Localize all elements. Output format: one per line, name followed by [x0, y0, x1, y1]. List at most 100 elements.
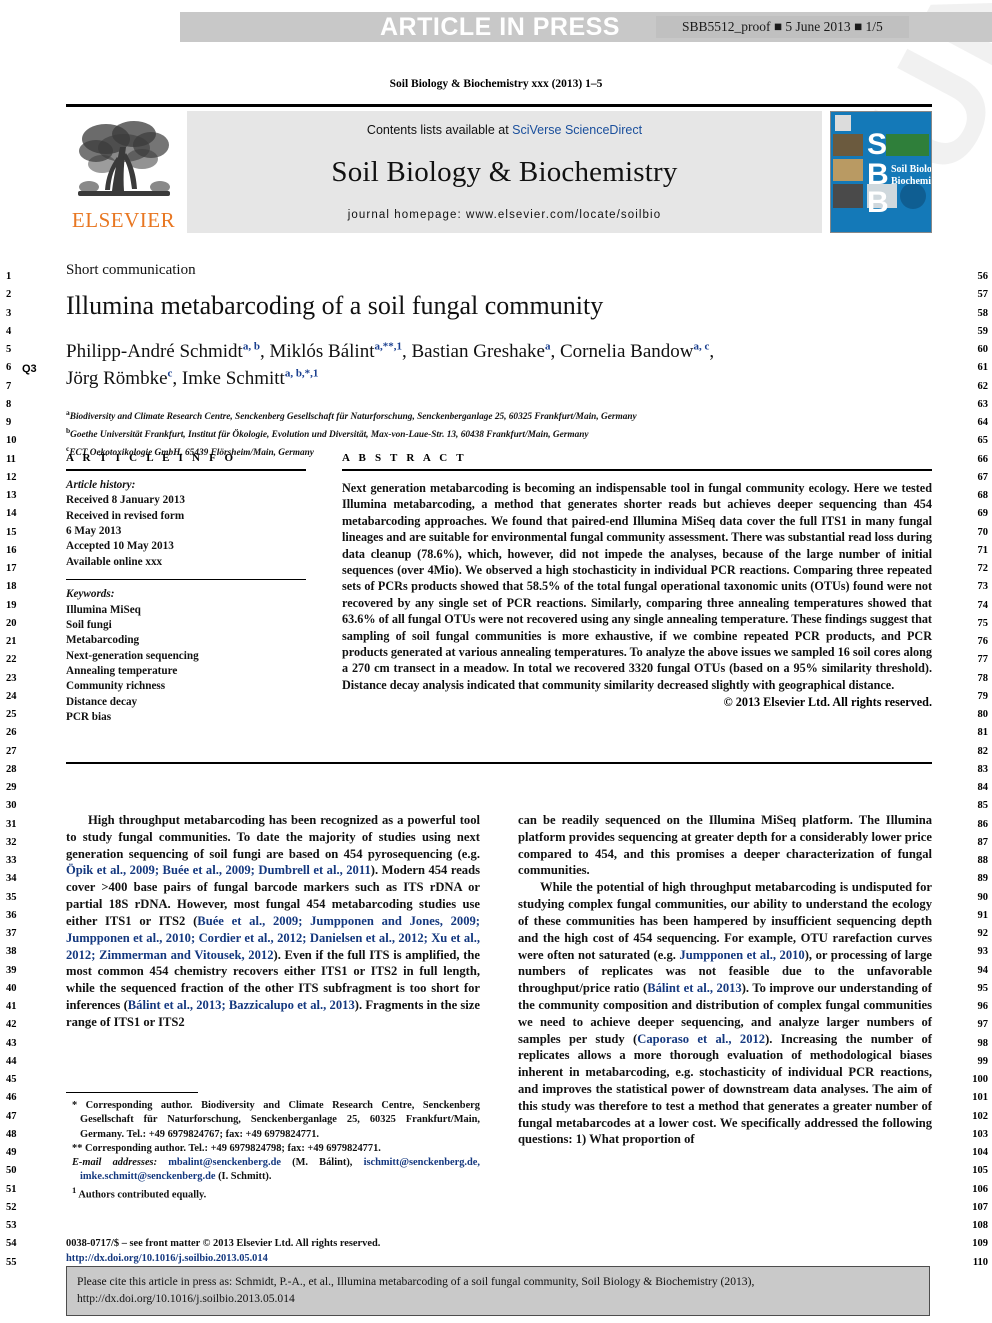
line-number: 99 — [977, 1055, 989, 1067]
footnote-equal-contribution: 1 Authors contributed equally. — [66, 1185, 480, 1203]
line-number: 75 — [977, 617, 989, 629]
line-number: 16 — [6, 544, 17, 556]
line-number: 87 — [977, 836, 989, 848]
line-number: 23 — [6, 672, 17, 684]
author-affil-marker-4: a, c — [693, 340, 710, 353]
doi-link[interactable]: http://dx.doi.org/10.1016/j.soilbio.2013… — [66, 1252, 480, 1267]
article-section-type: Short communication — [66, 262, 196, 278]
line-number: 96 — [977, 1001, 989, 1012]
sciencedirect-link[interactable]: SciVerse ScienceDirect — [512, 123, 642, 137]
body-paragraph-right-1: can be readily sequenced on the Illumina… — [518, 813, 932, 878]
abstract-text: Next generation metabarcoding is becomin… — [342, 481, 932, 692]
line-number: 97 — [977, 1019, 989, 1031]
line-number: 63 — [977, 398, 989, 410]
line-number: 25 — [6, 709, 17, 720]
line-number: 46 — [6, 1092, 17, 1104]
journal-homepage-link[interactable]: journal homepage: www.elsevier.com/locat… — [348, 209, 661, 221]
journal-masthead: ELSEVIER Contents lists available at Sci… — [66, 104, 932, 233]
journal-cover-thumbnail: S B B Soil Biology & Biochemistry — [830, 110, 932, 233]
cite-line-1: Please cite this article in press as: Sc… — [77, 1275, 755, 1288]
email-addresses-label: E-mail addresses: — [72, 1157, 158, 1168]
citation-group-6[interactable]: Caporaso et al., 2012 — [637, 1032, 765, 1046]
line-number: 66 — [977, 453, 989, 465]
page-title: Illumina metabarcoding of a soil fungal … — [66, 291, 604, 320]
line-number: 35 — [6, 891, 17, 903]
line-number: 67 — [977, 471, 989, 483]
line-number: 10 — [6, 435, 17, 447]
line-number: 98 — [977, 1037, 989, 1049]
affiliation-b: bGoethe Universität Frankfurt, Institut … — [66, 425, 932, 443]
line-number: 57 — [977, 289, 989, 301]
elsevier-logo: ELSEVIER — [66, 111, 181, 233]
keywords-divider — [66, 579, 306, 581]
line-number: 5 — [6, 344, 12, 355]
history-item-3: Accepted 10 May 2013 — [66, 540, 174, 553]
line-number: 107 — [972, 1201, 988, 1213]
cite-line-2: http://dx.doi.org/10.1016/j.soilbio.2013… — [77, 1291, 295, 1305]
line-number: 11 — [6, 453, 16, 465]
keyword-2: Metabarcoding — [66, 634, 140, 647]
line-numbers-left: 1 2 3 4 5 6 7 8 9 10 11 12 13 14 15 16 17 18 19 20 21 22 23 24 2… — [6, 268, 32, 1272]
footnote-email-addresses: E-mail addresses: mbalint@senckenberg.de… — [66, 1156, 480, 1185]
email-link-1[interactable]: mbalint@senckenberg.de — [168, 1157, 281, 1168]
line-number: 70 — [977, 526, 989, 538]
line-number: 34 — [6, 873, 17, 885]
line-number: 52 — [6, 1201, 17, 1213]
keyword-1: Soil fungi — [66, 618, 112, 631]
keyword-0: Illumina MiSeq — [66, 603, 141, 616]
line-number: 24 — [6, 690, 17, 702]
line-number: 64 — [977, 417, 989, 428]
line-number: 81 — [977, 727, 989, 739]
line-number: 40 — [6, 982, 17, 994]
line-number: 71 — [977, 544, 989, 556]
citation-group-4[interactable]: Jumpponen et al., 2010 — [679, 948, 804, 962]
citation-group-3[interactable]: Bálint et al., 2013; Bazzicalupo et al.,… — [128, 998, 355, 1012]
history-item-4: Available online xxx — [66, 555, 163, 568]
line-number: 78 — [977, 672, 989, 684]
abstract-copyright: © 2013 Elsevier Ltd. All rights reserved… — [723, 695, 932, 710]
article-history-label: Article history: — [66, 479, 136, 491]
line-number: 28 — [6, 763, 17, 775]
line-number: 55 — [6, 1256, 17, 1268]
line-number: 61 — [977, 362, 989, 374]
line-number: 94 — [977, 964, 989, 976]
line-number: 83 — [977, 763, 989, 775]
author-name-2: , Miklós Bálint — [259, 340, 375, 362]
email-mid-1: (M. Bálint), — [280, 1157, 364, 1168]
line-number: 54 — [6, 1238, 17, 1250]
citation-group-5[interactable]: Bálint et al., 2013 — [647, 981, 741, 995]
author-name-5: Jörg Römbke — [66, 367, 168, 389]
line-number: 103 — [972, 1128, 988, 1140]
line-number: 21 — [6, 636, 17, 647]
svg-text:B: B — [867, 186, 889, 219]
line-number: 49 — [6, 1147, 17, 1158]
abstract-heading: A B S T R A C T — [342, 452, 467, 464]
citation-group-1[interactable]: Öpik et al., 2009; Buée et al., 2009; Du… — [66, 863, 371, 877]
line-number: 73 — [977, 581, 989, 593]
elsevier-tree-icon — [77, 120, 170, 196]
para-l1-part-a: High throughput metabarcoding has been r… — [66, 813, 480, 861]
line-number: 84 — [977, 782, 989, 793]
panel-bottom-rule — [66, 762, 932, 764]
keyword-5: Community richness — [66, 680, 166, 693]
line-number: 44 — [6, 1055, 17, 1067]
proof-banner: ARTICLE IN PRESS SBB5512_proof ■ 5 June … — [180, 12, 992, 42]
line-number: 69 — [977, 508, 989, 520]
proof-id-label: SBB5512_proof ■ 5 June 2013 ■ 1/5 — [655, 16, 909, 38]
keywords-block: Keywords: Illumina MiSeq Soil fungi Meta… — [66, 587, 306, 725]
line-number: 102 — [972, 1110, 988, 1122]
line-number: 20 — [6, 617, 17, 629]
line-number: 79 — [977, 690, 989, 702]
line-number: 15 — [6, 526, 17, 538]
abstract-column: A B S T R A C T Next generation metabarc… — [342, 452, 932, 725]
svg-text:Biochemistry: Biochemistry — [891, 176, 931, 187]
line-number: 37 — [6, 928, 17, 939]
email-mid-2: (I. Schmitt). — [215, 1171, 272, 1183]
footnote-marker-1: 1 — [72, 1184, 77, 1195]
footnote-corresponding-2: ** Corresponding author. Tel.: +49 69798… — [72, 1142, 381, 1154]
author-name-6: , Imke Schmitt — [172, 367, 285, 389]
line-number: 39 — [6, 964, 17, 976]
footnote-block: * Corresponding author. Biodiversity and… — [66, 1092, 480, 1202]
author-affil-marker-1: a, b — [242, 340, 260, 353]
line-number: 27 — [6, 745, 17, 757]
